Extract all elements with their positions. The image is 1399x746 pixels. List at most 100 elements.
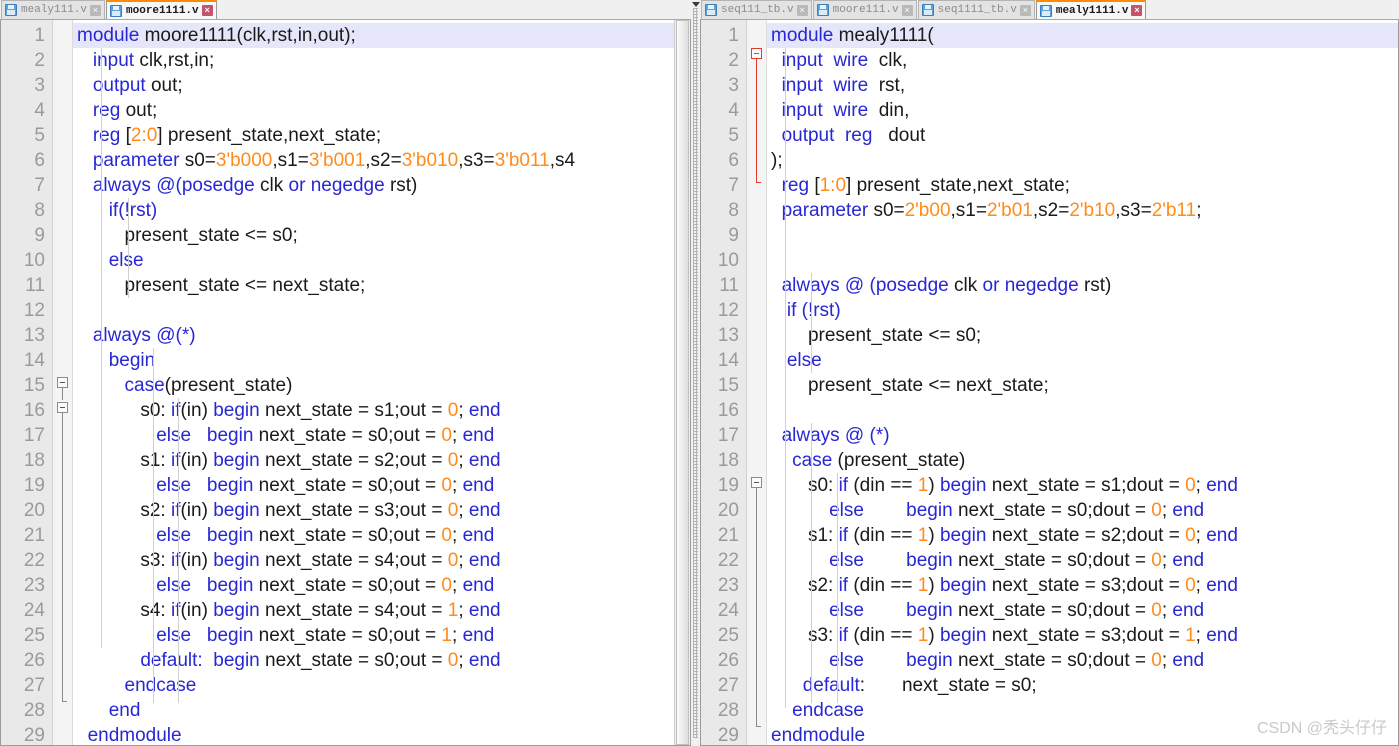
splitter-collapse-arrow-icon[interactable] [692, 2, 700, 7]
tab-seq111-tb-v[interactable]: seq111_tb.v × [701, 0, 812, 19]
left-code-area[interactable]: module moore1111(clk,rst,in,out); input … [73, 20, 674, 745]
code-line[interactable]: always @ (*) [767, 423, 1398, 448]
right-code-area[interactable]: module mealy1111( input wire clk, input … [767, 20, 1398, 745]
code-line[interactable]: output reg dout [767, 123, 1398, 148]
code-line[interactable]: output out; [73, 73, 674, 98]
fold-range-end [756, 726, 761, 727]
code-line[interactable]: else begin next_state = s0;dout = 0; end [767, 498, 1398, 523]
code-line[interactable] [767, 398, 1398, 423]
code-line[interactable]: reg [2:0] present_state,next_state; [73, 123, 674, 148]
fold-collapse-icon[interactable] [57, 377, 68, 388]
code-line[interactable]: if (!rst) [767, 298, 1398, 323]
code-line[interactable]: default: next_state = s0; [767, 673, 1398, 698]
code-line[interactable]: s2: if (din == 1) begin next_state = s3;… [767, 573, 1398, 598]
code-line[interactable]: case(present_state) [73, 373, 674, 398]
code-line[interactable]: else begin next_state = s0;out = 0; end [73, 423, 674, 448]
code-line[interactable]: else begin next_state = s0;out = 0; end [73, 473, 674, 498]
left-fold-column[interactable] [53, 20, 73, 745]
code-line[interactable]: always @ (posedge clk or negedge rst) [767, 273, 1398, 298]
code-line[interactable]: s2: if(in) begin next_state = s3;out = 0… [73, 498, 674, 523]
code-line[interactable]: s4: if(in) begin next_state = s4;out = 1… [73, 598, 674, 623]
code-line[interactable]: input wire clk, [767, 48, 1398, 73]
code-line[interactable]: parameter s0=3'b000,s1=3'b001,s2=3'b010,… [73, 148, 674, 173]
right-editor-area[interactable]: 1 2 3 4 5 6 7 8 9 10 11 12 13 14 15 16 17 18 19 20 21 22 23 24 2… [700, 20, 1399, 746]
code-line[interactable]: present_state <= next_state; [767, 373, 1398, 398]
code-line[interactable]: else begin next_state = s0;dout = 0; end [767, 598, 1398, 623]
line-number: 27 [23, 675, 45, 696]
code-line[interactable]: always @(*) [73, 323, 674, 348]
pane-splitter[interactable] [691, 0, 700, 746]
code-line[interactable]: else begin next_state = s0;dout = 0; end [767, 648, 1398, 673]
line-number: 15 [717, 375, 739, 396]
code-token: ,s1= [272, 150, 309, 171]
close-icon[interactable]: × [1019, 4, 1031, 16]
code-line[interactable] [767, 223, 1398, 248]
code-line[interactable]: ); [767, 148, 1398, 173]
tab-seq1111-tb-v[interactable]: seq1111_tb.v × [917, 0, 1035, 19]
fold-collapse-icon[interactable] [57, 402, 68, 413]
code-line[interactable]: s1: if (din == 1) begin next_state = s2;… [767, 523, 1398, 548]
splitter-grip-icon[interactable] [693, 8, 698, 738]
code-line[interactable]: input wire din, [767, 98, 1398, 123]
code-line[interactable]: endmodule [73, 723, 674, 745]
tab-mealy111-v[interactable]: mealy111.v × [1, 0, 106, 19]
code-line[interactable]: module mealy1111( [767, 23, 1398, 48]
code-line[interactable]: present_state <= s0; [767, 323, 1398, 348]
tab-moore1111-v[interactable]: moore1111.v × [106, 0, 217, 19]
code-line[interactable]: else [73, 248, 674, 273]
left-scrollbar-thumb[interactable] [676, 20, 689, 745]
code-line[interactable]: present_state <= next_state; [73, 273, 674, 298]
code-line[interactable]: default: begin next_state = s0;out = 0; … [73, 648, 674, 673]
code-token: if [838, 575, 854, 596]
right-fold-column[interactable] [747, 20, 767, 745]
code-line[interactable]: if(!rst) [73, 198, 674, 223]
left-tab-bar[interactable]: mealy111.v × moore1111.v × [0, 0, 691, 20]
code-token: ,s3= [458, 150, 495, 171]
tab-mealy1111-v[interactable]: mealy1111.v × [1035, 0, 1147, 19]
code-line[interactable]: s1: if(in) begin next_state = s2;out = 0… [73, 448, 674, 473]
code-token: next_state = s4;out = [265, 550, 448, 571]
code-token: if [838, 625, 854, 646]
close-icon[interactable]: × [796, 4, 808, 16]
right-tab-bar[interactable]: seq111_tb.v × moore111.v × seq1111_tb.v × meal… [700, 0, 1399, 20]
code-line[interactable]: else begin next_state = s0;out = 0; end [73, 523, 674, 548]
code-line[interactable]: begin [73, 348, 674, 373]
code-line[interactable]: always @(posedge clk or negedge rst) [73, 173, 674, 198]
code-line[interactable]: s3: if (din == 1) begin next_state = s3;… [767, 623, 1398, 648]
code-line[interactable]: else begin next_state = s0;out = 0; end [73, 573, 674, 598]
left-vertical-scrollbar[interactable] [674, 20, 690, 745]
close-icon[interactable]: × [201, 5, 213, 16]
code-line[interactable]: reg [1:0] present_state,next_state; [767, 173, 1398, 198]
code-line[interactable]: else begin next_state = s0;dout = 0; end [767, 548, 1398, 573]
fold-collapse-icon[interactable] [751, 477, 762, 488]
code-line[interactable]: case (present_state) [767, 448, 1398, 473]
close-icon[interactable]: × [901, 4, 913, 16]
code-line[interactable]: reg out; [73, 98, 674, 123]
code-line[interactable]: s0: if(in) begin next_state = s1;out = 0… [73, 398, 674, 423]
code-token: parameter [92, 150, 185, 171]
line-number: 13 [717, 325, 739, 346]
code-line[interactable]: s3: if(in) begin next_state = s4;out = 0… [73, 548, 674, 573]
code-line[interactable]: endcase [767, 698, 1398, 723]
code-line[interactable]: endcase [73, 673, 674, 698]
code-line[interactable]: present_state <= s0; [73, 223, 674, 248]
code-line[interactable]: module moore1111(clk,rst,in,out); [73, 23, 674, 48]
close-icon[interactable]: × [1131, 5, 1143, 16]
code-line[interactable]: endmodule [767, 723, 1398, 745]
code-line[interactable]: end [73, 698, 674, 723]
code-token: ; [458, 500, 469, 521]
close-icon[interactable]: × [90, 4, 102, 16]
left-editor-area[interactable]: 1 2 3 4 5 6 7 8 9 10 11 12 13 14 15 16 17 18 19 20 21 22 23 24 2… [0, 20, 691, 746]
code-line[interactable]: else [767, 348, 1398, 373]
code-line[interactable]: parameter s0=2'b00,s1=2'b01,s2=2'b10,s3=… [767, 198, 1398, 223]
code-line[interactable]: s0: if (din == 1) begin next_state = s1;… [767, 473, 1398, 498]
code-line[interactable] [767, 248, 1398, 273]
tab-moore111-v[interactable]: moore111.v × [812, 0, 917, 19]
fold-collapse-icon[interactable] [751, 48, 762, 59]
code-line[interactable]: input wire rst, [767, 73, 1398, 98]
code-line[interactable]: input clk,rst,in; [73, 48, 674, 73]
code-line[interactable] [73, 298, 674, 323]
code-line[interactable]: else begin next_state = s0;out = 1; end [73, 623, 674, 648]
